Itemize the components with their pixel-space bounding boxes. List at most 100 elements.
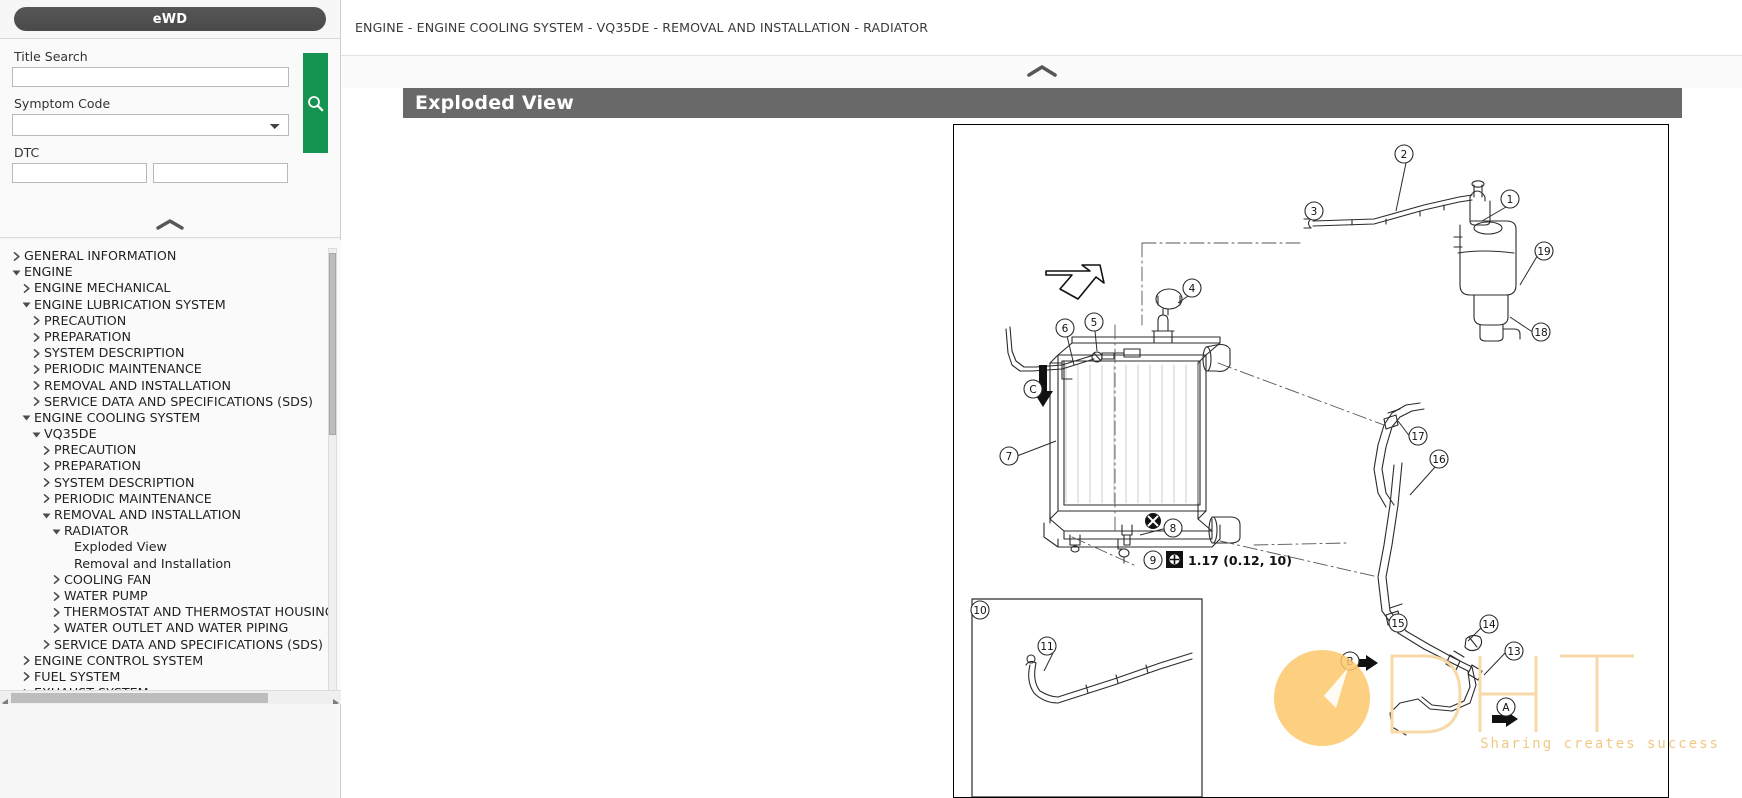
tree-item-label: REMOVAL AND INSTALLATION: [54, 507, 241, 522]
tree-item-removal-and-installation[interactable]: REMOVAL AND INSTALLATION: [0, 507, 341, 523]
tree-item-label: PRECAUTION: [44, 312, 127, 328]
svg-text:3: 3: [1311, 206, 1318, 218]
callout-16: 16: [1429, 449, 1449, 469]
tree-item-service-data-and-specifications-sds[interactable]: SERVICE DATA AND SPECIFICATIONS (SDS): [0, 637, 341, 653]
svg-text:18: 18: [1534, 327, 1547, 339]
callout-1: 1: [1500, 189, 1520, 209]
triangle-down-icon[interactable]: [38, 510, 54, 521]
callout-leaders: [1016, 162, 1540, 676]
tree-item-exploded-view[interactable]: Exploded View: [0, 539, 341, 555]
chevron-right-icon[interactable]: [18, 671, 34, 682]
chevron-right-icon[interactable]: [28, 348, 44, 359]
tree-item-label: COOLING FAN: [64, 571, 152, 587]
chevron-up-icon[interactable]: [155, 216, 185, 235]
tree-scrollbar-thumb[interactable]: [329, 253, 336, 435]
chevron-right-icon[interactable]: [48, 574, 64, 585]
tree-item-preparation[interactable]: PREPARATION: [0, 329, 341, 345]
chevron-right-icon[interactable]: [38, 461, 54, 472]
chevron-right-icon[interactable]: [28, 364, 44, 375]
chevron-right-icon[interactable]: [28, 315, 44, 326]
tree-item-precaution[interactable]: PRECAUTION: [0, 442, 341, 458]
chevron-right-icon[interactable]: [48, 607, 64, 618]
svg-text:9: 9: [1150, 555, 1157, 567]
tree-item-system-description[interactable]: SYSTEM DESCRIPTION: [0, 345, 341, 361]
tree-item-engine-cooling-system[interactable]: ENGINE COOLING SYSTEM: [0, 410, 341, 426]
tree-vertical-scrollbar[interactable]: [328, 248, 337, 694]
svg-text:15: 15: [1391, 618, 1404, 630]
chevron-right-icon[interactable]: [38, 477, 54, 488]
tree-item-removal-and-installation[interactable]: Removal and Installation: [0, 556, 341, 572]
triangle-down-icon[interactable]: [28, 429, 44, 440]
tree-horizontal-scrollbar[interactable]: [0, 690, 341, 704]
title-search-input[interactable]: [12, 67, 289, 87]
triangle-down-icon[interactable]: [48, 526, 64, 537]
tree-item-periodic-maintenance[interactable]: PERIODIC MAINTENANCE: [0, 361, 341, 377]
tighten-symbol: [1145, 513, 1161, 529]
tree-item-engine-control-system[interactable]: ENGINE CONTROL SYSTEM: [0, 653, 341, 669]
chevron-right-icon[interactable]: [18, 283, 34, 294]
tree-item-label: WATER PUMP: [64, 587, 148, 603]
scroll-left-arrow-icon[interactable]: [1, 693, 10, 704]
marker-B: B: [1340, 651, 1360, 671]
chevron-right-icon[interactable]: [48, 591, 64, 602]
tree-item-water-pump[interactable]: WATER PUMP: [0, 588, 341, 604]
tree-item-system-description[interactable]: SYSTEM DESCRIPTION: [0, 475, 341, 491]
tree-item-label: ENGINE COOLING SYSTEM: [34, 409, 201, 425]
chevron-right-icon[interactable]: [48, 623, 64, 634]
dtc-input-1[interactable]: [12, 163, 147, 183]
callout-11: 11: [1037, 636, 1057, 656]
main-collapse-row[interactable]: [341, 56, 1742, 88]
tree-item-label: Removal and Installation: [74, 555, 232, 571]
tree-item-vq35de[interactable]: VQ35DE: [0, 426, 341, 442]
tree-item-removal-and-installation[interactable]: REMOVAL AND INSTALLATION: [0, 378, 341, 394]
triangle-down-icon[interactable]: [8, 267, 24, 278]
search-icon: [307, 95, 324, 112]
tree-hscrollbar-thumb[interactable]: [11, 693, 268, 703]
chevron-right-icon[interactable]: [28, 380, 44, 391]
letter-markers: A B C: [1023, 379, 1516, 717]
svg-text:16: 16: [1432, 454, 1446, 466]
tree-item-precaution[interactable]: PRECAUTION: [0, 313, 341, 329]
tree-item-engine[interactable]: ENGINE: [0, 264, 341, 280]
tree-item-label: SYSTEM DESCRIPTION: [44, 345, 185, 361]
chevron-right-icon[interactable]: [8, 251, 24, 262]
tree-item-water-outlet-and-water-piping[interactable]: WATER OUTLET AND WATER PIPING: [0, 620, 341, 636]
tree-item-general-information[interactable]: GENERAL INFORMATION: [0, 248, 341, 264]
callout-15: 15: [1388, 613, 1408, 633]
chevron-right-icon[interactable]: [28, 332, 44, 343]
chevron-up-icon[interactable]: [1026, 63, 1058, 82]
chevron-right-icon[interactable]: [18, 655, 34, 666]
triangle-down-icon[interactable]: [18, 299, 34, 310]
callout-6: 6: [1055, 318, 1075, 338]
ewd-title-button[interactable]: eWD: [14, 7, 326, 31]
tree-item-thermostat-and-thermostat-housing[interactable]: THERMOSTAT AND THERMOSTAT HOUSING: [0, 604, 341, 620]
dtc-input-2[interactable]: [153, 163, 288, 183]
scroll-right-arrow-icon[interactable]: [331, 693, 340, 704]
svg-text:5: 5: [1091, 317, 1098, 329]
tree-item-engine-lubrication-system[interactable]: ENGINE LUBRICATION SYSTEM: [0, 297, 341, 313]
marker-A: A: [1496, 697, 1516, 717]
chevron-right-icon[interactable]: [38, 639, 54, 650]
chevron-right-icon[interactable]: [28, 396, 44, 407]
chevron-right-icon[interactable]: [38, 445, 54, 456]
triangle-down-icon[interactable]: [18, 412, 34, 423]
tree-item-cooling-fan[interactable]: COOLING FAN: [0, 572, 341, 588]
search-button[interactable]: [303, 53, 328, 153]
callout-5: 5: [1084, 312, 1104, 332]
tree-item-label: REMOVAL AND INSTALLATION: [44, 377, 231, 393]
tree-item-fuel-system[interactable]: FUEL SYSTEM: [0, 669, 341, 685]
callout-4: 4: [1182, 278, 1202, 298]
sidebar-collapse-row[interactable]: [0, 216, 340, 235]
tree-item-label: WATER OUTLET AND WATER PIPING: [64, 620, 289, 636]
tree-item-radiator[interactable]: RADIATOR: [0, 523, 341, 539]
chevron-right-icon[interactable]: [38, 493, 54, 504]
svg-text:A: A: [1502, 702, 1510, 714]
dtc-label: DTC: [14, 145, 40, 160]
tree-item-service-data-and-specifications-sds[interactable]: SERVICE DATA AND SPECIFICATIONS (SDS): [0, 394, 341, 410]
tree-item-periodic-maintenance[interactable]: PERIODIC MAINTENANCE: [0, 491, 341, 507]
symptom-code-select[interactable]: [12, 114, 289, 136]
callout-8: 8: [1163, 518, 1183, 538]
tree-item-label: Exploded View: [74, 539, 167, 555]
tree-item-preparation[interactable]: PREPARATION: [0, 458, 341, 474]
tree-item-engine-mechanical[interactable]: ENGINE MECHANICAL: [0, 280, 341, 296]
